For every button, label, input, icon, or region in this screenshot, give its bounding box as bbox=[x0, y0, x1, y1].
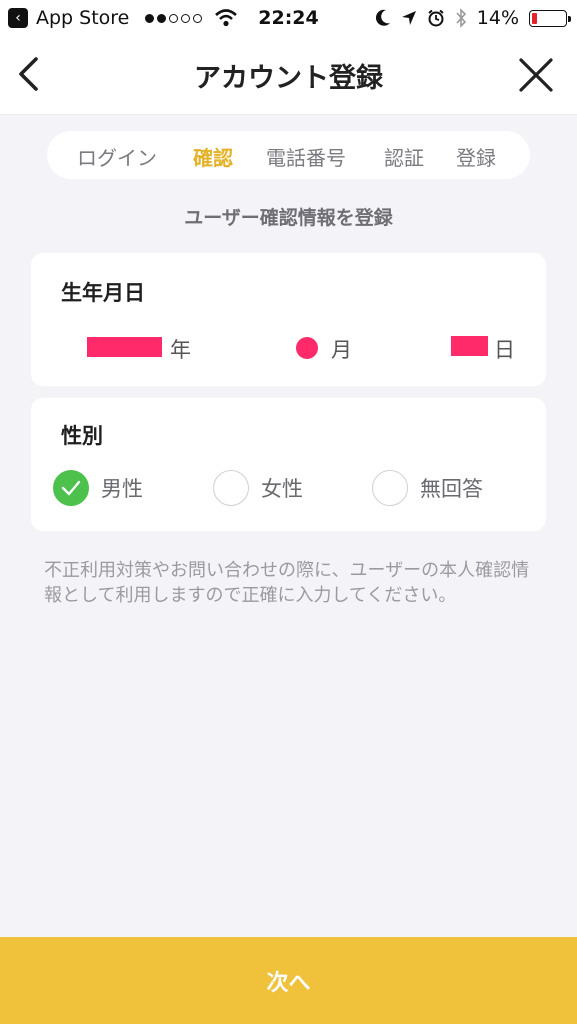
notice-text: 不正利用対策やお問い合わせの際に、ユーザーの本人確認情報として利用しますので正確… bbox=[44, 560, 530, 606]
gender-label-male: 男性 bbox=[101, 477, 143, 501]
navigation-bar: アカウント登録 bbox=[0, 36, 577, 115]
birthday-card: 生年月日 年 月 日 bbox=[31, 253, 546, 386]
radio-unchecked-icon[interactable] bbox=[372, 470, 408, 506]
location-icon bbox=[401, 11, 416, 25]
close-icon[interactable] bbox=[517, 56, 555, 94]
bluetooth-icon bbox=[456, 8, 466, 28]
year-value-redacted[interactable] bbox=[87, 337, 162, 357]
gender-label-female: 女性 bbox=[261, 477, 303, 501]
alarm-icon bbox=[428, 9, 444, 27]
day-unit: 日 bbox=[494, 338, 515, 362]
gender-option-female[interactable]: 女性 bbox=[213, 470, 303, 506]
battery-icon bbox=[529, 9, 571, 27]
gender-label-no-answer: 無回答 bbox=[420, 477, 483, 501]
birthday-title: 生年月日 bbox=[61, 281, 145, 305]
step-confirm: 確認 bbox=[193, 146, 233, 170]
month-value-redacted[interactable] bbox=[296, 337, 318, 359]
year-unit: 年 bbox=[170, 338, 191, 362]
checkmark-icon[interactable] bbox=[53, 470, 89, 506]
gender-title: 性別 bbox=[61, 424, 103, 448]
day-value-redacted[interactable] bbox=[451, 336, 488, 356]
step-phone: 電話番号 bbox=[266, 146, 346, 170]
status-bar: ‹ App Store 22:24 14% bbox=[0, 0, 577, 36]
section-subtitle: ユーザー確認情報を登録 bbox=[184, 207, 393, 229]
moon-icon bbox=[375, 9, 390, 26]
page-title: アカウント登録 bbox=[194, 63, 383, 94]
gender-option-no-answer[interactable]: 無回答 bbox=[372, 470, 483, 506]
battery-percent: 14% bbox=[476, 7, 519, 29]
next-button[interactable]: 次へ bbox=[0, 937, 577, 1024]
step-verify: 認証 bbox=[384, 146, 424, 170]
gender-option-male[interactable]: 男性 bbox=[53, 470, 143, 506]
radio-unchecked-icon[interactable] bbox=[213, 470, 249, 506]
gender-card: 性別 男性 女性 無回答 bbox=[31, 398, 546, 531]
step-register: 登録 bbox=[456, 146, 496, 170]
step-indicator: ログイン 確認 電話番号 認証 登録 bbox=[47, 131, 530, 179]
step-login: ログイン bbox=[77, 146, 157, 170]
month-unit: 月 bbox=[331, 338, 352, 362]
